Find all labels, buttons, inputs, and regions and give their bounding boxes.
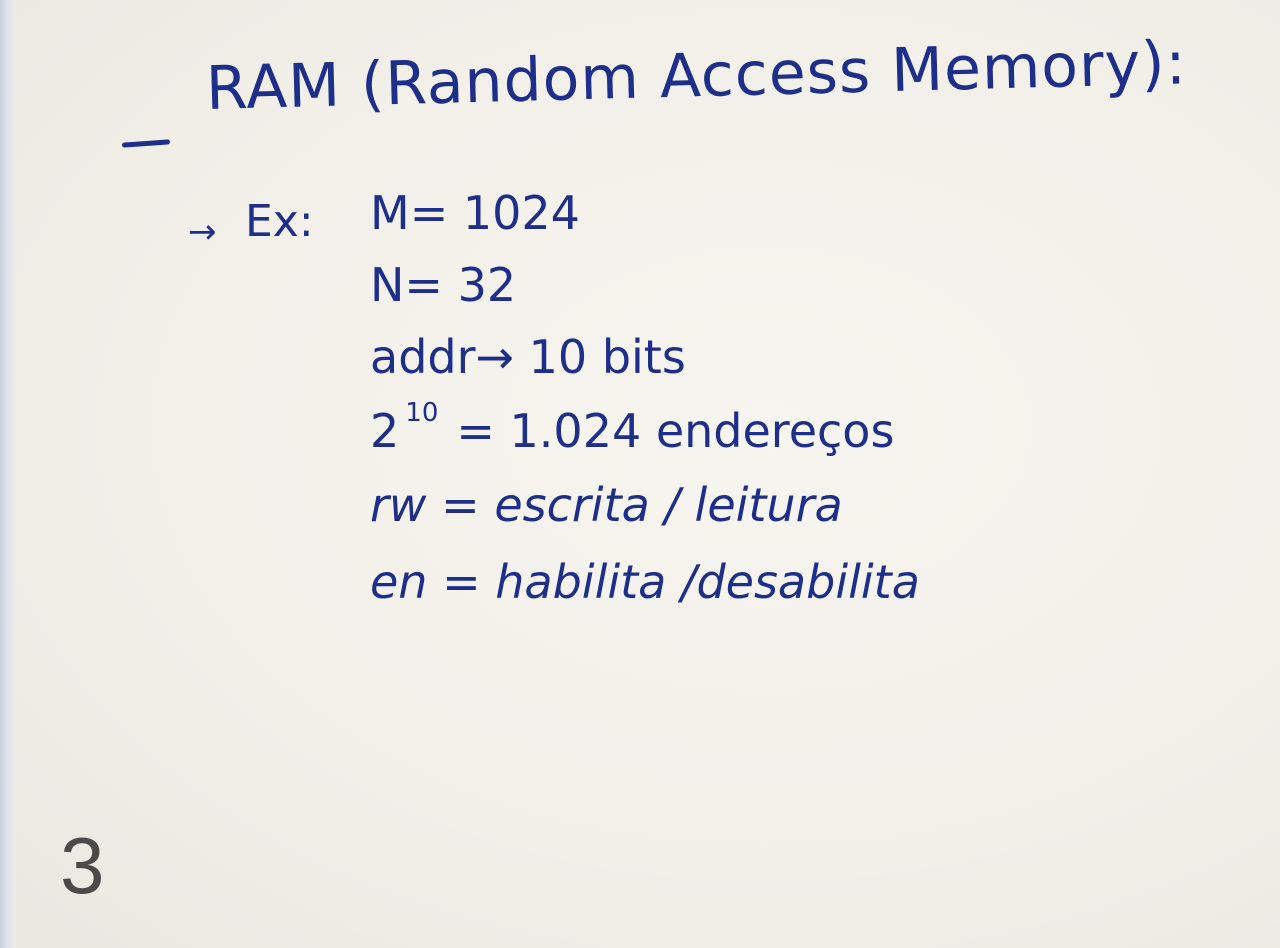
note-line-rw: rw = escrita / leitura — [370, 478, 843, 532]
note-line-word-size: N= 32 — [370, 258, 517, 312]
note-line-memory-size: M= 1024 — [370, 186, 580, 240]
bullet-dash — [121, 139, 171, 148]
note-line-address-bits: addr→ 10 bits — [370, 330, 686, 384]
power-exponent: 10 — [405, 398, 439, 428]
page-edge — [0, 0, 16, 948]
note-line-en: en = habilita /desabilita — [370, 555, 920, 609]
note-line-address-count: 2 10 = 1.024 endereços — [370, 398, 895, 458]
en-text: en = habilita /desabilita — [370, 555, 920, 609]
rw-text: rw = escrita / leitura — [370, 478, 843, 532]
notebook-page: RAM (Random Access Memory): → Ex: M= 102… — [0, 0, 1280, 948]
page-number: 3 — [60, 821, 105, 910]
example-label: Ex: — [245, 196, 314, 247]
arrow-icon: → — [188, 212, 217, 252]
note-title: RAM (Random Access Memory): — [205, 28, 1188, 124]
address-count-text: = 1.024 endereços — [456, 404, 895, 458]
power-base: 2 — [370, 404, 400, 458]
